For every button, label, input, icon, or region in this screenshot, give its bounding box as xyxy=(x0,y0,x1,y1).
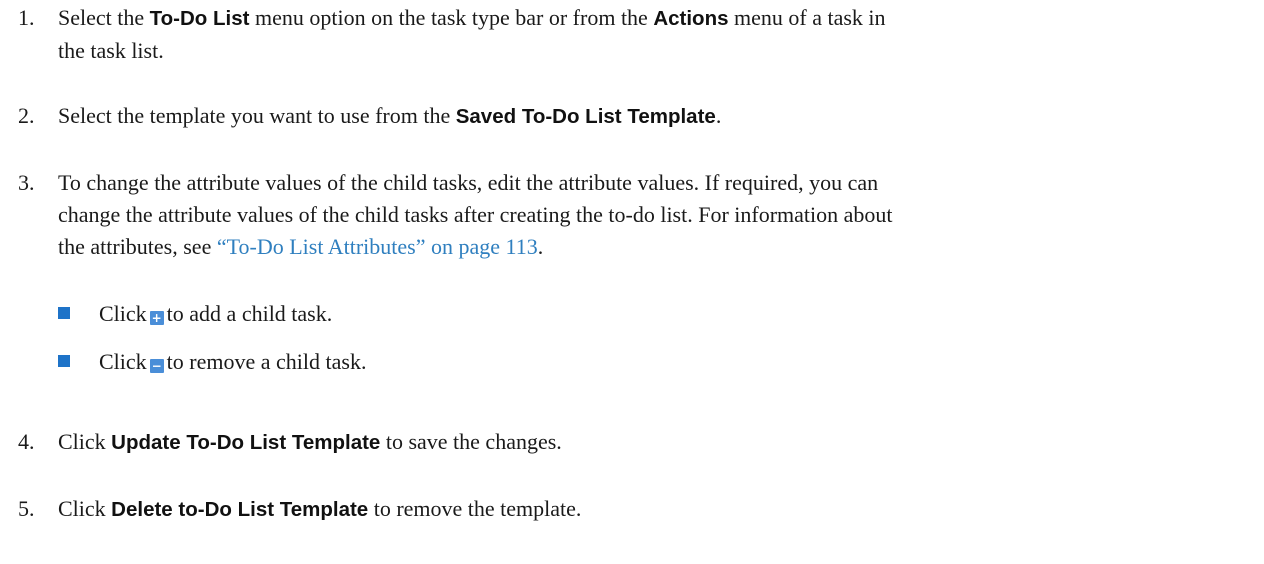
text: the attributes, see xyxy=(58,234,217,259)
text: to remove the template. xyxy=(368,496,582,521)
text: to add a child task. xyxy=(166,301,333,326)
step-text: To change the attribute values of the ch… xyxy=(58,167,1258,263)
ui-term-delete-template: Delete to-Do List Template xyxy=(111,498,369,521)
remove-row-icon: − xyxy=(149,359,164,373)
step-2: 2. Select the template you want to use f… xyxy=(18,100,1258,133)
bullet-text: Click + to add a child task. xyxy=(99,298,758,330)
text: menu option on the task type bar or from… xyxy=(249,5,654,30)
text: to remove a child task. xyxy=(166,349,367,374)
step-3: 3. To change the attribute values of the… xyxy=(18,167,1258,263)
step-text: Select the template you want to use from… xyxy=(58,100,1258,133)
text: Select the template you want to use from… xyxy=(58,103,456,128)
step-5: 5. Click Delete to-Do List Template to r… xyxy=(18,493,1258,526)
ui-term-actions: Actions xyxy=(653,7,729,30)
bullet-marker xyxy=(58,355,70,367)
text: . xyxy=(715,103,722,128)
bullet-marker xyxy=(58,307,70,319)
step-number: 4. xyxy=(18,429,35,454)
text: To change the attribute values of the ch… xyxy=(58,170,879,195)
step-number: 2. xyxy=(18,103,35,128)
ui-term-saved-template: Saved To-Do List Template xyxy=(455,105,716,128)
text: Click xyxy=(99,349,147,374)
step-4: 4. Click Update To-Do List Template to s… xyxy=(18,426,1258,459)
ui-term-update-template: Update To-Do List Template xyxy=(111,431,381,454)
step-number: 5. xyxy=(18,496,35,521)
bullet-remove-child: Click − to remove a child task. xyxy=(58,346,758,378)
text: Click xyxy=(58,496,112,521)
text: Click xyxy=(58,429,112,454)
text: to save the changes. xyxy=(380,429,562,454)
text: Click xyxy=(99,301,147,326)
step-text: Select the To-Do List menu option on the… xyxy=(58,2,1258,67)
text: menu of a task in xyxy=(728,5,886,30)
step-number: 3. xyxy=(18,170,35,195)
bullet-add-child: Click + to add a child task. xyxy=(58,298,758,330)
step-text: Click Update To-Do List Template to save… xyxy=(58,426,1258,459)
ui-term-to-do-list: To-Do List xyxy=(149,7,250,30)
step-text: Click Delete to-Do List Template to remo… xyxy=(58,493,1258,526)
text: the task list. xyxy=(58,38,164,63)
step-number: 1. xyxy=(18,5,35,30)
text: change the attribute values of the child… xyxy=(58,202,893,227)
text: . xyxy=(537,234,544,259)
text: Select the xyxy=(58,5,150,30)
add-row-icon: + xyxy=(149,311,164,325)
step-1: 1. Select the To-Do List menu option on … xyxy=(18,2,1258,67)
attributes-link[interactable]: “To-Do List Attributes” on page 113 xyxy=(217,234,538,259)
bullet-text: Click − to remove a child task. xyxy=(99,346,758,378)
